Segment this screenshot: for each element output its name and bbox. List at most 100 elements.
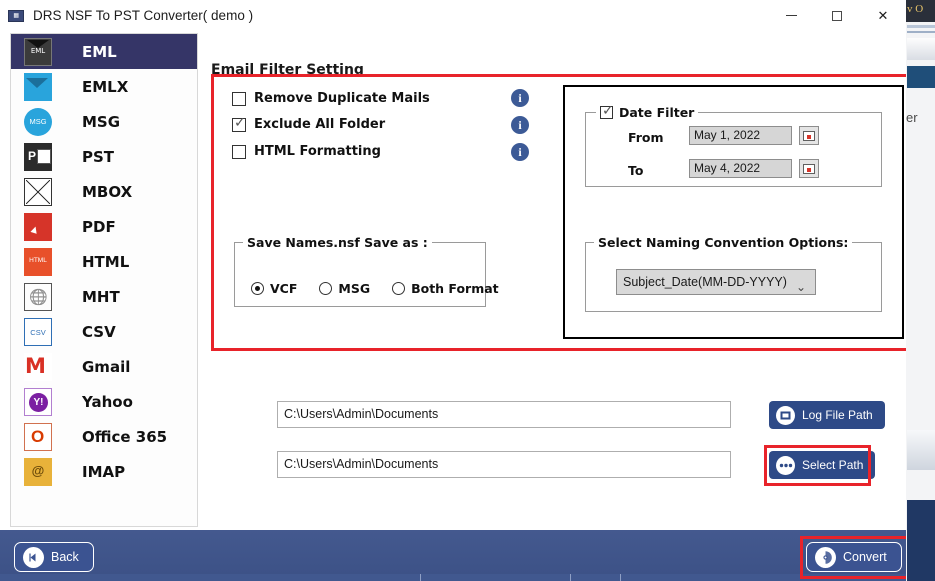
office365-icon — [24, 422, 52, 451]
info-icon[interactable]: i — [511, 89, 529, 107]
info-icon[interactable]: i — [511, 143, 529, 161]
sidebar-item-label: MBOX — [82, 182, 133, 201]
sidebar-item-msg[interactable]: MSG — [11, 104, 197, 139]
csv-file-icon — [24, 317, 52, 346]
checkbox-label: Remove Duplicate Mails — [254, 91, 430, 106]
sidebar-item-label: MHT — [82, 287, 120, 306]
screen: v O er ▦ DRS NSF To PST Converter( demo … — [0, 0, 935, 581]
yahoo-icon — [24, 387, 52, 416]
save-names-nsf-group: Save Names.nsf Save as : VCF MSG Both Fo… — [234, 235, 499, 307]
log-file-icon — [776, 405, 795, 425]
sidebar-item-mht[interactable]: MHT — [11, 279, 197, 314]
emlx-envelope-icon — [24, 72, 52, 101]
naming-convention-select[interactable]: Subject_Date(MM-DD-YYYY) ⌄ — [616, 269, 816, 295]
from-date-input[interactable]: May 1, 2022 — [689, 126, 792, 145]
footer-divider-3 — [620, 574, 621, 581]
sidebar-item-office365[interactable]: Office 365 — [11, 419, 197, 454]
group-legend: Select Naming Convention Options: — [594, 235, 853, 250]
email-filter-panel: Remove Duplicate Mails i Exclude All Fol… — [211, 74, 906, 351]
eml-file-icon — [24, 37, 52, 66]
sidebar-item-pdf[interactable]: PDF — [11, 209, 197, 244]
calendar-icon-to[interactable] — [799, 159, 819, 178]
maximize-icon — [832, 10, 842, 21]
sidebar-item-csv[interactable]: CSV — [11, 314, 197, 349]
checkbox-box[interactable] — [232, 115, 246, 132]
sidebar-item-imap[interactable]: IMAP — [11, 454, 197, 489]
pst-outlook-icon — [24, 142, 52, 171]
sidebar-item-label: HTML — [82, 252, 130, 271]
sidebar-item-label: MSG — [82, 112, 121, 131]
minimize-icon — [785, 15, 797, 16]
sidebar-item-label: IMAP — [82, 462, 126, 481]
app-window: ▦ DRS NSF To PST Converter( demo ) ✕ EML… — [0, 0, 906, 581]
gmail-icon — [24, 352, 52, 381]
date-filter-group: Date Filter From May 1, 2022 To May 4, 2… — [585, 103, 882, 187]
checkbox-box[interactable] — [232, 144, 246, 159]
sidebar-item-pst[interactable]: PST — [11, 139, 197, 174]
sidebar-item-label: PST — [82, 147, 115, 166]
chevron-down-icon: ⌄ — [795, 280, 806, 294]
date-and-naming-panel: Date Filter From May 1, 2022 To May 4, 2… — [563, 85, 904, 339]
mbox-envelope-icon — [24, 177, 52, 206]
background-window-toolbar2 — [907, 31, 935, 33]
sidebar-item-gmail[interactable]: Gmail — [11, 349, 197, 384]
log-file-path-label: Log File Path — [802, 408, 873, 422]
maximize-button[interactable] — [814, 0, 860, 31]
mht-globe-icon — [24, 282, 52, 311]
footer-divider-2 — [570, 574, 571, 581]
background-window-text: er — [906, 110, 918, 125]
footer-divider-1 — [420, 574, 421, 581]
log-file-path-button[interactable]: Log File Path — [769, 401, 885, 429]
save-as-radio-group[interactable]: VCF MSG Both Format — [251, 281, 521, 296]
close-button[interactable]: ✕ — [860, 0, 906, 31]
calendar-icon-from[interactable] — [799, 126, 819, 145]
back-button[interactable]: Back — [14, 542, 94, 572]
background-window-banner — [907, 66, 935, 88]
close-icon: ✕ — [877, 7, 889, 23]
msg-badge-icon — [24, 107, 52, 136]
sidebar-item-eml[interactable]: EML — [11, 34, 197, 69]
sidebar-item-mbox[interactable]: MBOX — [11, 174, 197, 209]
sidebar-item-html[interactable]: HTML — [11, 244, 197, 279]
checkbox-remove-duplicate-mails[interactable]: Remove Duplicate Mails — [232, 91, 430, 106]
log-file-path-input[interactable]: C:\Users\Admin\Documents — [277, 401, 731, 428]
save-path-input[interactable]: C:\Users\Admin\Documents — [277, 451, 731, 478]
footer-inner — [0, 530, 906, 574]
checkbox-html-formatting[interactable]: HTML Formatting — [232, 144, 381, 159]
checkbox-box[interactable] — [232, 91, 246, 106]
group-legend: Save Names.nsf Save as : — [243, 235, 432, 250]
footer-bar: Back Convert — [0, 530, 906, 581]
naming-convention-value: Subject_Date(MM-DD-YYYY) — [623, 275, 787, 289]
minimize-button[interactable] — [768, 0, 814, 31]
html-file-icon — [24, 247, 52, 276]
radio-vcf[interactable] — [251, 282, 264, 295]
sidebar-item-emlx[interactable]: EMLX — [11, 69, 197, 104]
radio-msg-label: MSG — [338, 281, 371, 296]
radio-both-format[interactable] — [392, 282, 406, 295]
background-window-title: v O — [907, 3, 924, 15]
checkbox-label: HTML Formatting — [254, 144, 381, 159]
main-panel: Email Filter Setting Remove Duplicate Ma… — [208, 31, 906, 530]
checkbox-date-filter[interactable] — [600, 103, 614, 119]
sidebar-item-yahoo[interactable]: Yahoo — [11, 384, 197, 419]
background-window-titlebar[interactable]: v O — [905, 0, 935, 22]
info-icon[interactable]: i — [511, 116, 529, 134]
naming-convention-group: Select Naming Convention Options: Subjec… — [585, 235, 882, 312]
radio-vcf-label: VCF — [270, 281, 298, 296]
sidebar-item-label: Gmail — [82, 357, 131, 376]
sidebar-item-label: EMLX — [82, 77, 129, 96]
sidebar-item-label: CSV — [82, 322, 116, 341]
to-date-input[interactable]: May 4, 2022 — [689, 159, 792, 178]
app-grid-icon: ▦ — [8, 9, 24, 22]
back-label: Back — [51, 550, 79, 564]
pdf-file-icon — [24, 212, 52, 241]
select-path-highlight — [764, 445, 871, 486]
checkbox-exclude-all-folder[interactable]: Exclude All Folder — [232, 115, 385, 132]
sidebar-item-label: Yahoo — [82, 392, 133, 411]
radio-msg[interactable] — [319, 282, 333, 295]
previous-arrow-icon — [23, 546, 44, 568]
convert-highlight — [800, 536, 906, 579]
titlebar: ▦ DRS NSF To PST Converter( demo ) ✕ — [0, 0, 906, 31]
format-sidebar[interactable]: EML EMLX MSG PST MBOX — [10, 33, 198, 527]
sidebar-item-label: EML — [82, 42, 117, 61]
